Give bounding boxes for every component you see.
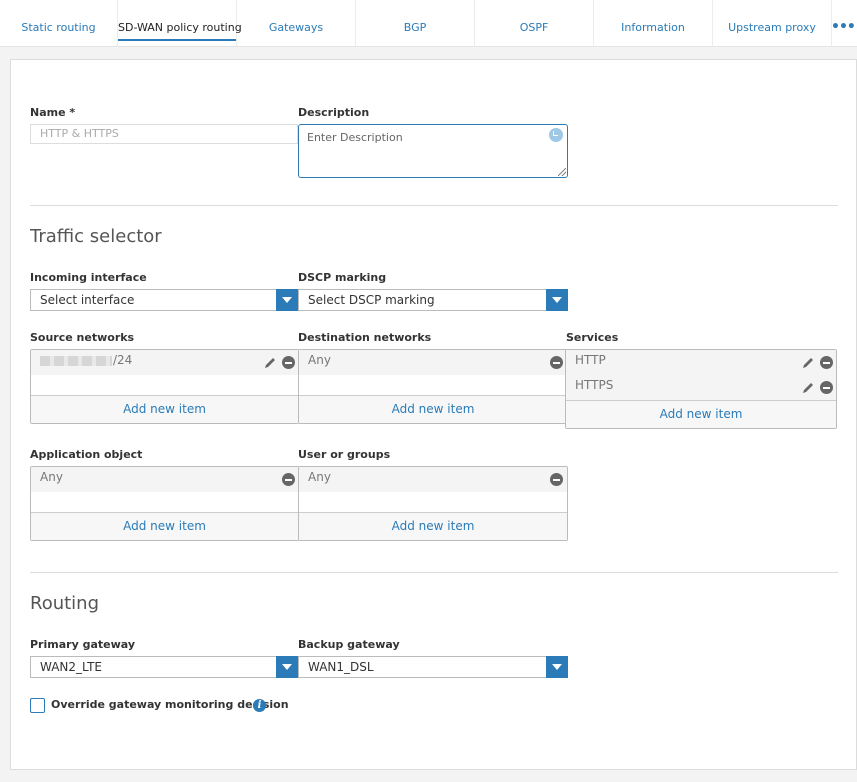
add-new-item-button[interactable]: Add new item [566,400,836,428]
tab-label: SD-WAN policy routing [118,21,242,34]
description-placeholder: Enter Description [307,131,403,144]
destination-network-value: Any [308,353,331,367]
remove-icon[interactable] [282,473,295,486]
list-item: /24 [31,350,298,375]
user-group-value: Any [308,470,331,484]
tab-bar: Static routing SD-WAN policy routing Gat… [0,0,857,47]
user-groups-list: Any Add new item [298,466,568,541]
redacted-network-address [40,355,112,366]
dscp-marking-label: DSCP marking [298,271,387,284]
active-tab-indicator [118,39,236,41]
name-field[interactable]: HTTP & HTTPS [30,124,298,144]
add-new-item-button[interactable]: Add new item [31,395,298,423]
application-object-label: Application object [30,448,143,461]
incoming-interface-select[interactable]: Select interface [30,289,298,311]
user-groups-label: User or groups [298,448,391,461]
tab-information[interactable]: Information [594,0,713,46]
source-networks-list: /24 Add new item [30,349,299,424]
resize-handle-icon[interactable] [558,168,566,176]
tab-label: Gateways [268,21,324,34]
more-tabs-icon[interactable]: ••• [831,19,856,35]
description-field[interactable]: Enter Description [298,124,568,178]
list-item: Any [299,350,567,375]
clock-icon [549,128,563,142]
application-object-value: Any [40,470,63,484]
tab-label: OSPF [519,21,549,34]
divider [30,572,838,573]
tab-sd-wan-policy-routing[interactable]: SD-WAN policy routing [118,0,242,46]
pencil-icon[interactable] [263,356,277,370]
incoming-interface-value: Select interface [40,293,135,307]
remove-icon[interactable] [820,381,833,394]
tab-bgp[interactable]: BGP [356,0,475,46]
info-icon[interactable]: i [253,699,266,712]
chevron-down-icon[interactable] [546,656,568,678]
description-label: Description [298,106,370,119]
tab-ospf[interactable]: OSPF [475,0,594,46]
tab-label: Static routing [21,21,96,34]
services-list: HTTP HTTPS Add new item [565,349,837,429]
tab-label: Information [621,21,685,34]
add-new-item-button[interactable]: Add new item [299,512,567,540]
primary-gateway-label: Primary gateway [30,638,135,651]
pencil-icon[interactable] [801,356,815,370]
tab-static-routing[interactable]: Static routing [0,0,118,46]
list-item: Any [31,467,298,492]
add-new-item-button[interactable]: Add new item [299,395,567,423]
pencil-icon[interactable] [801,381,815,395]
services-label: Services [566,331,619,344]
dscp-marking-select[interactable]: Select DSCP marking [298,289,568,311]
routing-title: Routing [30,593,100,614]
list-item: HTTP [566,350,836,375]
list-item: Any [299,467,567,492]
tab-label: BGP [403,21,427,34]
dscp-marking-value: Select DSCP marking [308,293,435,307]
tab-gateways[interactable]: Gateways [237,0,356,46]
override-monitoring-checkbox[interactable] [30,698,45,713]
chevron-down-icon[interactable] [276,289,298,311]
chevron-down-icon[interactable] [276,656,298,678]
backup-gateway-value: WAN1_DSL [308,660,374,674]
incoming-interface-label: Incoming interface [30,271,147,284]
primary-gateway-value: WAN2_LTE [40,660,102,674]
source-networks-label: Source networks [30,331,135,344]
primary-gateway-select[interactable]: WAN2_LTE [30,656,298,678]
remove-icon[interactable] [820,356,833,369]
name-label: Name * [30,106,76,119]
source-network-value: /24 [113,353,133,367]
application-object-list: Any Add new item [30,466,299,541]
remove-icon[interactable] [550,473,563,486]
chevron-down-icon[interactable] [546,289,568,311]
service-value: HTTPS [575,378,614,392]
service-value: HTTP [575,353,606,367]
add-new-item-button[interactable]: Add new item [31,512,298,540]
destination-networks-list: Any Add new item [298,349,568,424]
destination-networks-label: Destination networks [298,331,432,344]
traffic-selector-title: Traffic selector [30,226,162,247]
divider [30,205,838,206]
remove-icon[interactable] [282,356,295,369]
tab-upstream-proxy[interactable]: Upstream proxy [713,0,832,46]
tab-label: Upstream proxy [728,21,816,34]
backup-gateway-select[interactable]: WAN1_DSL [298,656,568,678]
list-item: HTTPS [566,375,836,400]
backup-gateway-label: Backup gateway [298,638,400,651]
remove-icon[interactable] [550,356,563,369]
